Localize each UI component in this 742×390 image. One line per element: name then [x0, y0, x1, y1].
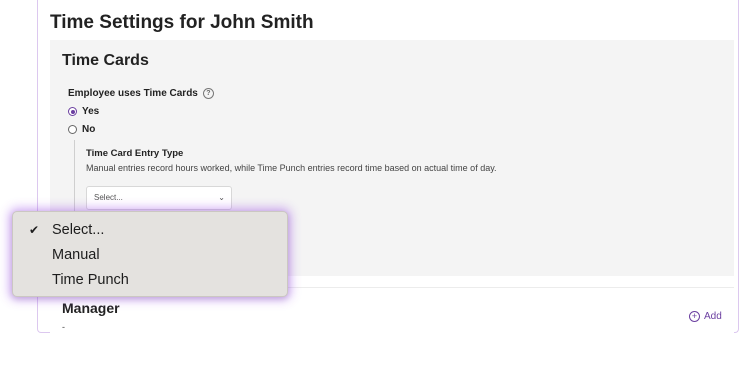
question-label: Employee uses Time Cards [68, 88, 198, 99]
radio-no-label: No [82, 124, 96, 135]
radio-no-indicator[interactable] [68, 125, 77, 134]
entry-type-label: Time Card Entry Type [86, 148, 184, 159]
add-manager-button[interactable]: + Add [689, 311, 722, 322]
dropdown-option-label: Time Punch [52, 272, 129, 288]
dropdown-option-label: Select... [52, 222, 105, 238]
dropdown-option-time-punch[interactable]: Time Punch [13, 268, 287, 292]
help-circle-icon[interactable]: ? [202, 88, 214, 99]
dropdown-option-select[interactable]: ✔ Select... [13, 218, 287, 242]
radio-yes[interactable]: Yes [68, 106, 99, 117]
entry-type-select-value: Select... [94, 193, 123, 202]
manager-title: Manager [62, 300, 120, 316]
manager-value: - [62, 322, 65, 332]
time-cards-question: Employee uses Time Cards ? [68, 88, 214, 99]
plus-circle-icon: + [689, 311, 700, 322]
time-cards-title: Time Cards [62, 52, 149, 69]
entry-type-dropdown-menu: ✔ Select... Manual Time Punch [12, 211, 288, 297]
entry-type-description: Manual entries record hours worked, whil… [86, 163, 497, 173]
page-title: Time Settings for John Smith [50, 12, 314, 33]
chevron-down-icon: ⌄ [218, 193, 225, 202]
entry-type-select[interactable]: Select... ⌄ [86, 186, 232, 210]
radio-no[interactable]: No [68, 124, 95, 135]
radio-yes-label: Yes [82, 106, 100, 117]
radio-yes-indicator[interactable] [68, 107, 77, 116]
add-label: Add [704, 311, 722, 322]
dropdown-option-label: Manual [52, 247, 100, 263]
dropdown-option-manual[interactable]: Manual [13, 243, 287, 267]
checkmark-icon: ✔ [29, 223, 40, 237]
